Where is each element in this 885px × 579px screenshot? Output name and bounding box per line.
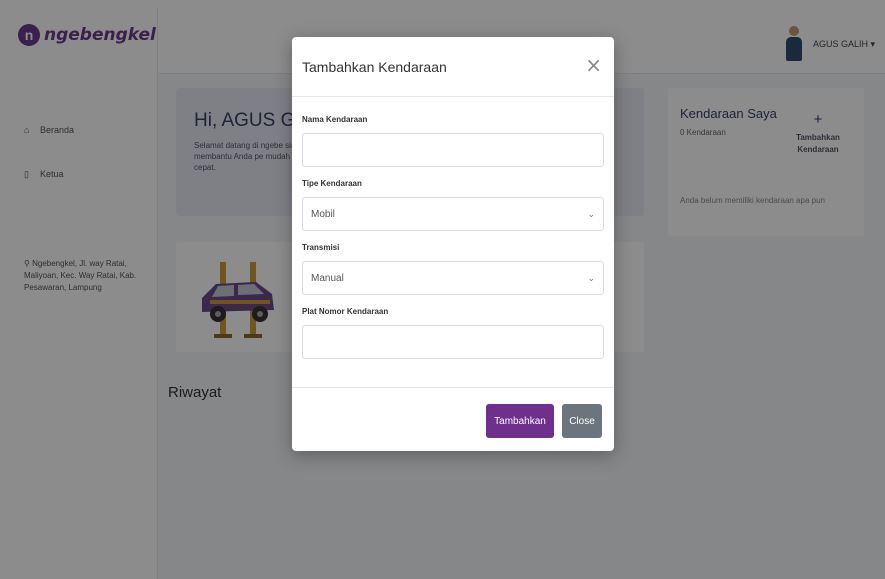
vehicle-type-value: Mobil xyxy=(311,208,335,220)
vehicle-type-label: Tipe Kendaraan xyxy=(302,179,362,188)
chevron-down-icon: ⌄ xyxy=(587,208,595,219)
vehicle-name-label: Nama Kendaraan xyxy=(302,115,368,124)
add-vehicle-modal: Tambahkan Kendaraan × Nama Kendaraan Tip… xyxy=(292,37,614,451)
transmission-select[interactable]: Manual ⌄ xyxy=(302,261,604,295)
modal-body: Nama Kendaraan Tipe Kendaraan Mobil ⌄ Tr… xyxy=(292,97,614,387)
transmission-label: Transmisi xyxy=(302,243,340,252)
vehicle-type-select[interactable]: Mobil ⌄ xyxy=(302,197,604,231)
close-icon[interactable]: × xyxy=(585,53,602,77)
modal-header: Tambahkan Kendaraan × xyxy=(292,37,614,97)
plate-number-input[interactable] xyxy=(302,325,604,359)
vehicle-name-input[interactable] xyxy=(302,133,604,167)
add-button[interactable]: Tambahkan xyxy=(486,404,554,438)
chevron-down-icon: ⌄ xyxy=(587,272,595,283)
transmission-value: Manual xyxy=(311,272,344,284)
modal-title: Tambahkan Kendaraan xyxy=(302,59,447,75)
modal-footer: Tambahkan Close xyxy=(292,387,614,451)
plate-number-label: Plat Nomor Kendaraan xyxy=(302,307,389,316)
close-button[interactable]: Close xyxy=(562,404,602,438)
